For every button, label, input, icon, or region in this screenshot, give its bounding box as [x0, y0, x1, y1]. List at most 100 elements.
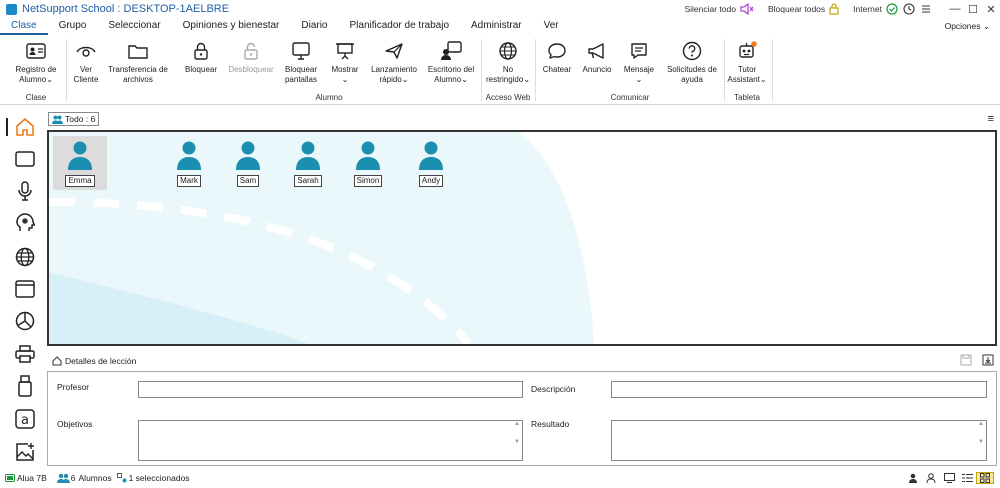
- menu-clase[interactable]: Clase: [0, 18, 48, 35]
- menu-opiniones[interactable]: Opiniones y bienestar: [172, 18, 291, 35]
- nav-audio[interactable]: [14, 180, 36, 202]
- lock-screens-button[interactable]: Bloquear pantallas: [278, 37, 324, 85]
- student-desktop-button[interactable]: Escritorio del Alumno⌄: [424, 37, 478, 85]
- save-icon[interactable]: [960, 354, 972, 366]
- menu-administrar[interactable]: Administrar: [460, 18, 533, 35]
- room-name: Alua 7B: [17, 473, 47, 483]
- group-label-tableta: Tableta: [734, 93, 760, 102]
- globe-icon: [15, 247, 35, 267]
- description-field[interactable]: [611, 381, 987, 398]
- unlock-icon: [244, 42, 258, 60]
- unlock-button[interactable]: Desbloquear: [224, 37, 278, 75]
- web-unrestricted-button[interactable]: No restringido⌄: [483, 37, 533, 85]
- selected-count: 1 seleccionados: [116, 473, 190, 483]
- view-list-icon[interactable]: [958, 472, 976, 484]
- title-bar: NetSupport School : DESKTOP-1AELBRE Sile…: [0, 0, 1000, 18]
- teacher-field[interactable]: [138, 381, 523, 398]
- student-tile[interactable]: Andy: [404, 136, 458, 190]
- nav-gallery[interactable]: [14, 441, 36, 463]
- description-label: Descripción: [531, 384, 576, 394]
- nav-home[interactable]: [14, 116, 36, 138]
- minimize-button[interactable]: —: [946, 3, 964, 15]
- student-workspace[interactable]: Emma Mark Sam Sarah Simon Andy: [47, 130, 997, 346]
- menu-diario[interactable]: Diario: [290, 18, 338, 35]
- student-tile[interactable]: Mark: [162, 136, 216, 190]
- close-button[interactable]: ✕: [982, 3, 1000, 16]
- announcement-button[interactable]: Anuncio: [578, 37, 616, 75]
- menu-seleccionar[interactable]: Seleccionar: [97, 18, 171, 35]
- image-add-icon: [16, 443, 34, 461]
- show-button[interactable]: Mostrar ⌄: [326, 37, 364, 85]
- tutor-assistant-button[interactable]: Tutor Assistant⌄: [726, 37, 768, 85]
- view-client-button[interactable]: Ver Cliente: [68, 37, 104, 85]
- student-name: Sarah: [294, 175, 322, 187]
- nav-applications[interactable]: [14, 212, 36, 234]
- chat-button[interactable]: Chatear: [538, 37, 576, 75]
- menu-planificador[interactable]: Planificador de trabajo: [339, 18, 461, 35]
- options-menu[interactable]: Opciones ⌄: [945, 18, 990, 35]
- lesson-details-panel: Profesor Descripción Objetivos ▲ ▼ Result…: [47, 371, 997, 466]
- nav-keyword[interactable]: a: [14, 408, 36, 430]
- home-icon: [16, 118, 34, 136]
- student-avatar-icon: [236, 141, 260, 170]
- quick-launch-button[interactable]: Lanzamiento rápido⌄: [366, 37, 422, 85]
- objectives-scrollbar[interactable]: ▲ ▼: [512, 421, 522, 460]
- lock-all-button[interactable]: Bloquear todos: [768, 3, 839, 15]
- student-tile[interactable]: Simon: [341, 136, 395, 190]
- nav-screens[interactable]: [14, 148, 36, 170]
- student-avatar-icon: [419, 141, 443, 170]
- eye-icon: [76, 46, 96, 57]
- folder-icon: [128, 45, 148, 59]
- view-screen-icon[interactable]: [940, 472, 958, 484]
- view-student-icon[interactable]: [904, 472, 922, 484]
- internet-status[interactable]: Internet: [853, 3, 932, 15]
- student-name: Mark: [177, 175, 201, 187]
- globe-icon: [499, 42, 517, 60]
- student-tile[interactable]: Emma: [53, 136, 107, 190]
- student-avatar-icon: [356, 141, 380, 170]
- clock-icon[interactable]: [903, 3, 915, 15]
- student-count: 6 Alumnos: [56, 473, 112, 483]
- view-grid-icon[interactable]: [976, 472, 994, 484]
- silence-all-button[interactable]: Silenciar todo: [684, 3, 754, 15]
- status-bar: Alua 7B 6 Alumnos 1 seleccionados: [0, 468, 1000, 488]
- nav-devices[interactable]: [14, 375, 36, 397]
- lock-button[interactable]: Bloquear: [180, 37, 222, 75]
- objectives-label: Objetivos: [57, 419, 93, 429]
- menu-grupo[interactable]: Grupo: [48, 18, 98, 35]
- paper-plane-icon: [385, 43, 403, 59]
- nav-printing[interactable]: [14, 343, 36, 365]
- student-tile[interactable]: Sam: [221, 136, 275, 190]
- tab-all[interactable]: Todo : 6: [48, 112, 100, 126]
- group-label-comunicar: Comunicar: [610, 93, 650, 102]
- file-transfer-button[interactable]: Transferencia de archivos: [104, 37, 172, 85]
- student-tile[interactable]: Sarah: [281, 136, 335, 190]
- view-menu-icon[interactable]: ≡: [988, 113, 994, 125]
- objectives-field[interactable]: ▲ ▼: [138, 420, 523, 461]
- lock-icon: [194, 42, 208, 60]
- maximize-button[interactable]: ☐: [964, 3, 982, 16]
- window-title: NetSupport School : DESKTOP-1AELBRE: [22, 3, 230, 15]
- menu-icon[interactable]: [920, 3, 932, 15]
- student-name: Simon: [353, 175, 383, 187]
- result-scrollbar[interactable]: ▲ ▼: [976, 421, 986, 460]
- view-student-outline-icon[interactable]: [922, 472, 940, 484]
- student-avatar-icon: [68, 141, 92, 170]
- message-button[interactable]: Mensaje ⌄: [618, 37, 660, 85]
- student-avatar-icon: [296, 141, 320, 170]
- teacher-label: Profesor: [57, 382, 90, 392]
- import-icon[interactable]: [982, 354, 994, 366]
- result-field[interactable]: ▲ ▼: [611, 420, 987, 461]
- id-card-icon: [26, 43, 46, 59]
- nav-web[interactable]: [14, 246, 36, 268]
- megaphone-icon: [588, 43, 604, 59]
- chat-bubble-icon: [548, 43, 566, 59]
- monitor-icon: [292, 42, 310, 60]
- help-requests-button[interactable]: Solicitudes de ayuda: [662, 37, 722, 85]
- nav-browser[interactable]: [14, 278, 36, 300]
- student-register-button[interactable]: Registro de Alumno⌄: [8, 37, 64, 85]
- nav-reports[interactable]: [14, 310, 36, 332]
- padlock-icon: [829, 3, 839, 15]
- check-circle-icon: [886, 3, 898, 15]
- menu-ver[interactable]: Ver: [533, 18, 570, 35]
